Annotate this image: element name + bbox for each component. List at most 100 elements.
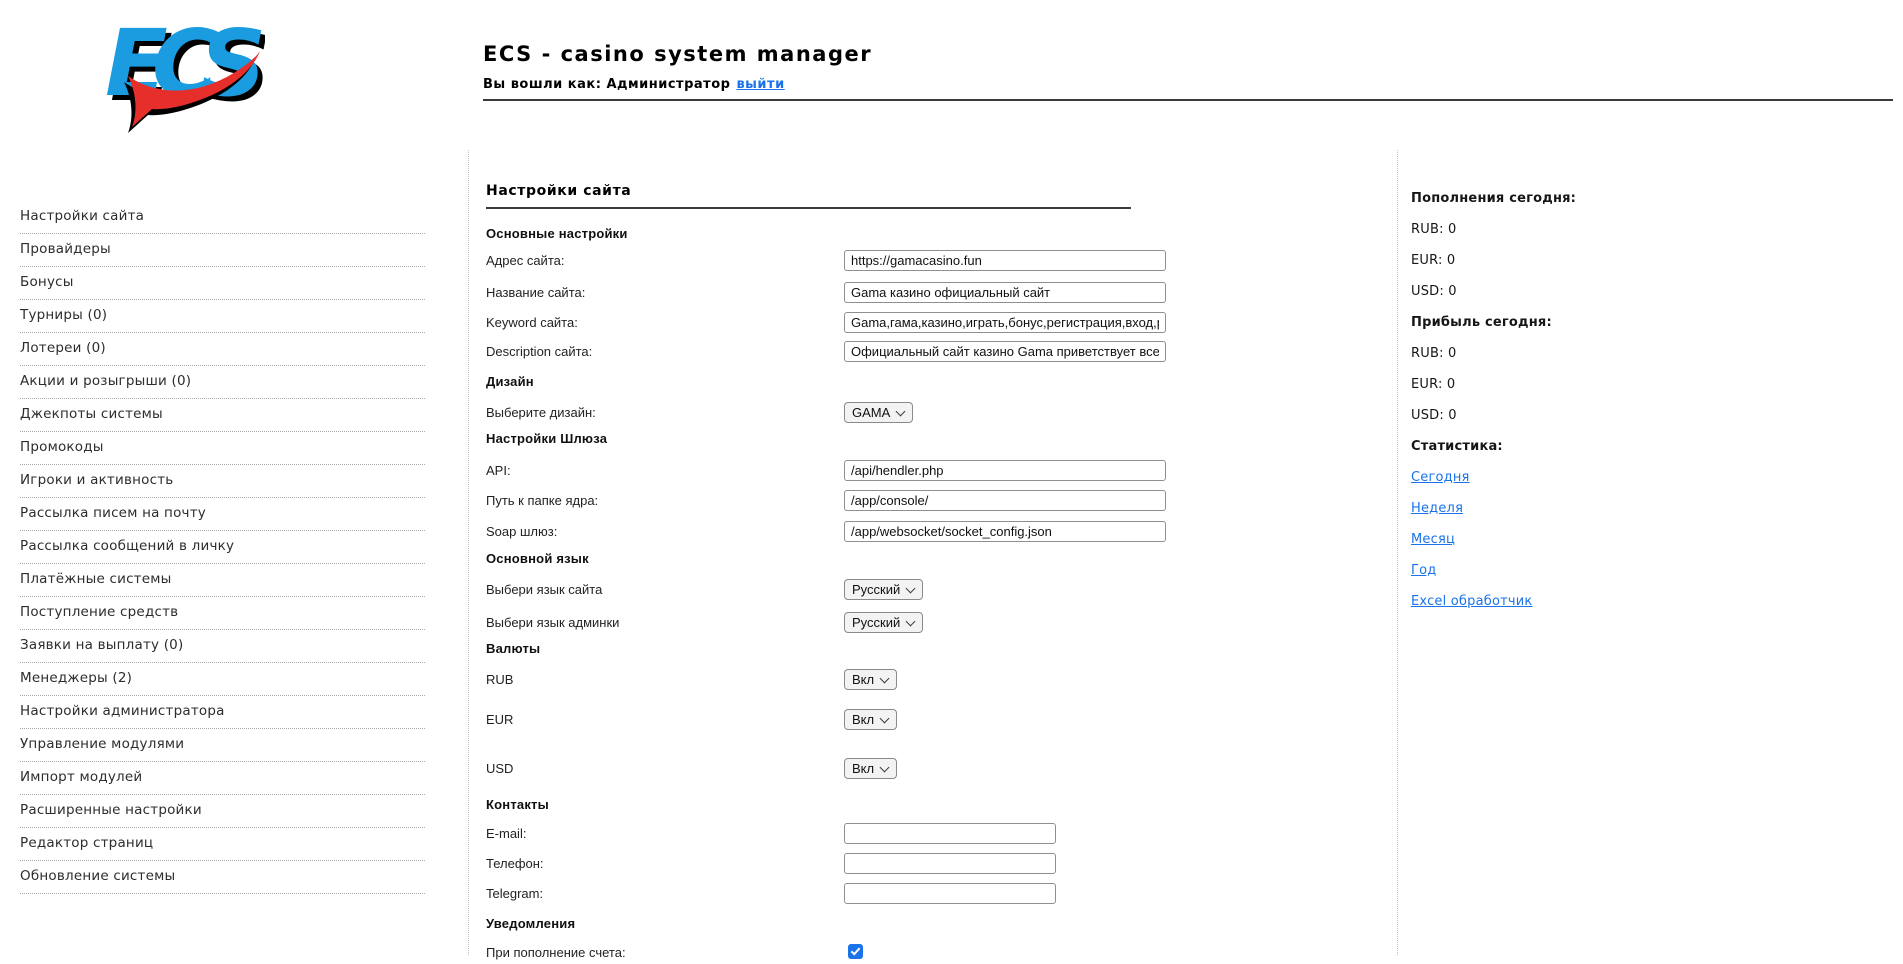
- sidebar-item-advanced-settings[interactable]: Расширенные настройки: [20, 795, 425, 828]
- profit-rub: RUB: 0: [1411, 345, 1711, 362]
- form-row: E-mail:: [486, 823, 1176, 845]
- section-currencies: Валюты: [486, 641, 540, 656]
- design-select[interactable]: GAMA: [844, 402, 913, 423]
- form-row: API:: [486, 460, 1176, 482]
- stats-week-link[interactable]: Неделя: [1411, 501, 1463, 516]
- deposits-eur: EUR: 0: [1411, 252, 1711, 269]
- currency-eur-select[interactable]: Вкл: [844, 709, 897, 730]
- form-row: Description сайта:: [486, 341, 1176, 363]
- deposit-notification-checkbox[interactable]: [848, 944, 863, 959]
- currency-usd-select[interactable]: Вкл: [844, 758, 897, 779]
- excel-handler-link[interactable]: Excel обработчик: [1411, 594, 1532, 609]
- site-language-label: Выбери язык сайта: [486, 579, 602, 600]
- deposits-usd: USD: 0: [1411, 283, 1711, 300]
- form-row: Название сайта:: [486, 282, 1176, 304]
- soap-input[interactable]: [844, 521, 1166, 542]
- phone-label: Телефон:: [486, 853, 544, 874]
- core-path-input[interactable]: [844, 490, 1166, 511]
- section-notifications: Уведомления: [486, 916, 575, 931]
- sidebar-item-promocodes[interactable]: Промокоды: [20, 432, 425, 465]
- sidebar-item-bonuses[interactable]: Бонусы: [20, 267, 425, 300]
- form-row: EUR Вкл: [486, 709, 1176, 731]
- description-input[interactable]: [844, 341, 1166, 362]
- chevron-down-icon: [880, 673, 890, 683]
- section-basic-settings: Основные настройки: [486, 226, 628, 241]
- form-row: Telegram:: [486, 883, 1176, 905]
- api-label: API:: [486, 460, 511, 481]
- sidebar-item-players-activity[interactable]: Игроки и активность: [20, 465, 425, 498]
- sidebar-item-managers[interactable]: Менеджеры (2): [20, 663, 425, 696]
- sidebar-item-admin-settings[interactable]: Настройки администратора: [20, 696, 425, 729]
- sidebar-item-module-import[interactable]: Импорт модулей: [20, 762, 425, 795]
- sidebar-item-tournaments[interactable]: Турниры (0): [20, 300, 425, 333]
- profit-eur: EUR: 0: [1411, 376, 1711, 393]
- form-row: При пополнение счета:: [486, 942, 1176, 964]
- stats-year-link[interactable]: Год: [1411, 563, 1436, 578]
- chevron-down-icon: [906, 616, 916, 626]
- design-select-value: GAMA: [852, 405, 890, 420]
- currency-eur-label: EUR: [486, 709, 513, 730]
- ecs-logo: ECS ECS: [100, 10, 265, 140]
- telegram-input[interactable]: [844, 883, 1056, 904]
- sidebar-item-module-management[interactable]: Управление модулями: [20, 729, 425, 762]
- sidebar-item-jackpots[interactable]: Джекпоты системы: [20, 399, 425, 432]
- site-url-input[interactable]: [844, 250, 1166, 271]
- sidebar-item-payment-systems[interactable]: Платёжные системы: [20, 564, 425, 597]
- form-row: RUB Вкл: [486, 669, 1176, 691]
- currency-eur-value: Вкл: [852, 712, 874, 727]
- chevron-down-icon: [880, 762, 890, 772]
- admin-language-select[interactable]: Русский: [844, 612, 923, 633]
- statistics-title: Статистика:: [1411, 438, 1711, 455]
- main-panel-title: Настройки сайта: [486, 183, 631, 199]
- sidebar-item-pm-newsletter[interactable]: Рассылка сообщений в личку: [20, 531, 425, 564]
- currency-rub-select[interactable]: Вкл: [844, 669, 897, 690]
- keywords-label: Keyword сайта:: [486, 312, 578, 333]
- site-url-label: Адрес сайта:: [486, 250, 564, 271]
- api-input[interactable]: [844, 460, 1166, 481]
- logout-link[interactable]: выйти: [736, 77, 784, 92]
- form-row: Выбери язык сайта Русский: [486, 579, 1176, 601]
- chevron-down-icon: [906, 583, 916, 593]
- soap-label: Soap шлюз:: [486, 521, 557, 542]
- sidebar-item-page-editor[interactable]: Редактор страниц: [20, 828, 425, 861]
- form-row: Keyword сайта:: [486, 312, 1176, 334]
- vertical-divider-right: [1397, 150, 1398, 955]
- vertical-divider-left: [468, 150, 469, 955]
- phone-input[interactable]: [844, 853, 1056, 874]
- currency-rub-value: Вкл: [852, 672, 874, 687]
- form-row: Soap шлюз:: [486, 521, 1176, 543]
- sidebar-item-site-settings[interactable]: Настройки сайта: [20, 201, 425, 234]
- sidebar-item-incoming-funds[interactable]: Поступление средств: [20, 597, 425, 630]
- sidebar-item-promotions[interactable]: Акции и розыгрыши (0): [20, 366, 425, 399]
- sidebar-item-lotteries[interactable]: Лотереи (0): [20, 333, 425, 366]
- login-status: Вы вошли как: Администраторвыйти: [483, 77, 785, 92]
- core-path-label: Путь к папке ядра:: [486, 490, 598, 511]
- admin-language-value: Русский: [852, 615, 900, 630]
- site-language-value: Русский: [852, 582, 900, 597]
- page-title: ECS - casino system manager: [483, 42, 872, 66]
- email-label: E-mail:: [486, 823, 526, 844]
- form-row: USD Вкл: [486, 758, 1176, 780]
- keywords-input[interactable]: [844, 312, 1166, 333]
- currency-rub-label: RUB: [486, 669, 513, 690]
- sidebar-item-system-update[interactable]: Обновление системы: [20, 861, 425, 894]
- form-row: Телефон:: [486, 853, 1176, 875]
- sidebar-item-email-newsletter[interactable]: Рассылка писем на почту: [20, 498, 425, 531]
- email-input[interactable]: [844, 823, 1056, 844]
- form-row: Выберите дизайн: GAMA: [486, 402, 1176, 424]
- site-language-select[interactable]: Русский: [844, 579, 923, 600]
- form-row: Выбери язык админки Русский: [486, 612, 1176, 634]
- section-gateway: Настройки Шлюза: [486, 431, 607, 446]
- form-row: Путь к папке ядра:: [486, 490, 1176, 512]
- sidebar-item-payout-requests[interactable]: Заявки на выплату (0): [20, 630, 425, 663]
- stats-month-link[interactable]: Месяц: [1411, 532, 1455, 547]
- site-name-label: Название сайта:: [486, 282, 585, 303]
- stats-today-link[interactable]: Сегодня: [1411, 470, 1470, 485]
- site-name-input[interactable]: [844, 282, 1166, 303]
- chevron-down-icon: [896, 406, 906, 416]
- section-design: Дизайн: [486, 374, 534, 389]
- sidebar-item-providers[interactable]: Провайдеры: [20, 234, 425, 267]
- check-icon: [851, 945, 861, 955]
- deposits-rub: RUB: 0: [1411, 221, 1711, 238]
- profit-usd: USD: 0: [1411, 407, 1711, 424]
